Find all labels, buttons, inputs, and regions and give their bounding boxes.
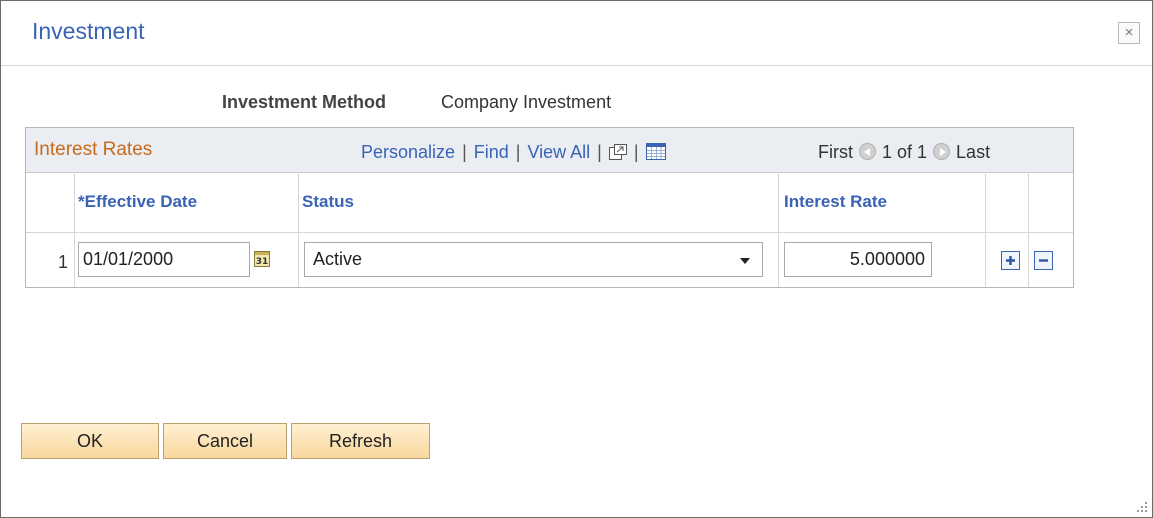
cancel-button[interactable]: Cancel <box>163 423 287 459</box>
view-all-link[interactable]: View All <box>527 142 590 162</box>
close-button[interactable]: × <box>1118 22 1140 44</box>
interest-rates-grid: Interest Rates Personalize | Find | View All… <box>25 127 1074 288</box>
link-separator: | <box>515 142 521 162</box>
grid-pager: First 1 of 1 Last <box>818 142 990 163</box>
investment-method-value: Company Investment <box>441 92 612 112</box>
col-head-effective-date[interactable]: *Effective Date <box>78 192 197 212</box>
add-row-button[interactable] <box>1001 251 1020 270</box>
dialog-title: Investment <box>32 18 145 44</box>
refresh-button[interactable]: Refresh <box>291 423 430 459</box>
investment-dialog: Investment × Investment Method Company I… <box>0 0 1153 518</box>
link-separator: | <box>633 142 639 162</box>
resize-grip-icon[interactable] <box>1134 499 1148 513</box>
pager-last[interactable]: Last <box>956 142 990 162</box>
column-header-row: *Effective Date Status Interest Rate <box>26 172 1073 233</box>
status-select-value: Active <box>313 249 363 269</box>
investment-method-label: Investment Method <box>222 92 387 112</box>
personalize-link[interactable]: Personalize <box>361 142 455 162</box>
grid-header: Interest Rates Personalize | Find | View All… <box>26 128 1073 173</box>
col-head-interest-rate[interactable]: Interest Rate <box>784 192 887 212</box>
next-arrow-icon[interactable] <box>933 143 951 160</box>
effective-date-input[interactable]: 01/01/2000 <box>78 242 250 277</box>
calendar-icon[interactable]: 31 <box>254 250 271 267</box>
dialog-titlebar: Investment × <box>1 1 1152 66</box>
prev-arrow-icon[interactable] <box>859 143 876 160</box>
delete-row-button[interactable] <box>1034 251 1053 270</box>
find-link[interactable]: Find <box>474 142 509 162</box>
link-separator: | <box>462 142 467 162</box>
zoom-icon[interactable] <box>608 144 627 160</box>
close-icon: × <box>1124 24 1134 41</box>
pager-range: 1 of 1 <box>882 142 928 162</box>
table-row: 1 01/01/2000 31 Active 5.000000 <box>26 232 1073 287</box>
link-separator: | <box>597 142 602 162</box>
row-number: 1 <box>58 252 69 272</box>
status-select[interactable]: Active <box>304 242 763 277</box>
download-icon[interactable] <box>645 143 666 160</box>
interest-rate-input[interactable]: 5.000000 <box>784 242 932 277</box>
grid-nav-links: Personalize | Find | View All | | <box>361 142 666 163</box>
grid-title: Interest Rates <box>34 139 153 160</box>
svg-text:31: 31 <box>256 257 269 267</box>
chevron-down-icon <box>740 258 750 264</box>
add-row-icon <box>1006 256 1015 265</box>
col-head-status[interactable]: Status <box>302 192 354 212</box>
pager-first[interactable]: First <box>818 142 853 162</box>
ok-button[interactable]: OK <box>21 423 159 459</box>
delete-row-icon <box>1039 259 1048 262</box>
